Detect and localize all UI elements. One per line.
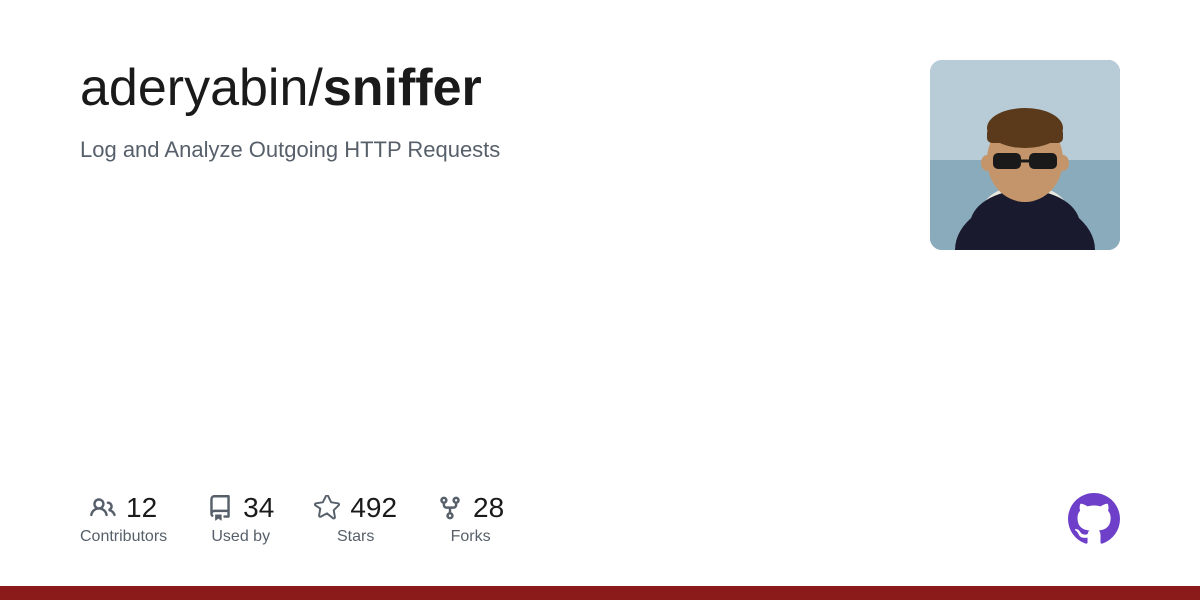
- avatar-svg: [930, 60, 1120, 250]
- stars-label: Stars: [337, 528, 374, 546]
- stat-contributors[interactable]: 12 Contributors: [80, 492, 207, 546]
- repo-name[interactable]: sniffer: [323, 59, 482, 117]
- bottom-bar: [0, 586, 1200, 600]
- contributors-count: 12: [126, 492, 157, 524]
- stat-used-by-row: 34: [207, 492, 274, 524]
- star-icon: [314, 495, 340, 521]
- used-by-icon: [207, 495, 233, 521]
- stats-bar: 12 Contributors 34 Used by: [80, 472, 1120, 546]
- avatar: [930, 60, 1120, 250]
- stars-count: 492: [350, 492, 397, 524]
- main-content: aderyabin/sniffer Log and Analyze Outgoi…: [0, 0, 1200, 586]
- used-by-label: Used by: [211, 528, 270, 546]
- contributors-icon: [90, 495, 116, 521]
- used-by-count: 34: [243, 492, 274, 524]
- github-logo[interactable]: [1068, 493, 1120, 545]
- repo-title: aderyabin/sniffer: [80, 60, 500, 117]
- forks-label: Forks: [451, 528, 491, 546]
- avatar-image: [930, 60, 1120, 250]
- stat-stars[interactable]: 492 Stars: [314, 492, 437, 546]
- repo-description: Log and Analyze Outgoing HTTP Requests: [80, 137, 500, 163]
- stat-used-by[interactable]: 34 Used by: [207, 492, 314, 546]
- repo-owner[interactable]: aderyabin/: [80, 59, 323, 117]
- stat-contributors-row: 12: [90, 492, 157, 524]
- fork-icon: [437, 495, 463, 521]
- stat-forks-row: 28: [437, 492, 504, 524]
- repo-title-area: aderyabin/sniffer Log and Analyze Outgoi…: [80, 60, 500, 163]
- stat-forks[interactable]: 28 Forks: [437, 492, 544, 546]
- forks-count: 28: [473, 492, 504, 524]
- repo-header: aderyabin/sniffer Log and Analyze Outgoi…: [80, 60, 1120, 250]
- contributors-label: Contributors: [80, 528, 167, 546]
- stat-stars-row: 492: [314, 492, 397, 524]
